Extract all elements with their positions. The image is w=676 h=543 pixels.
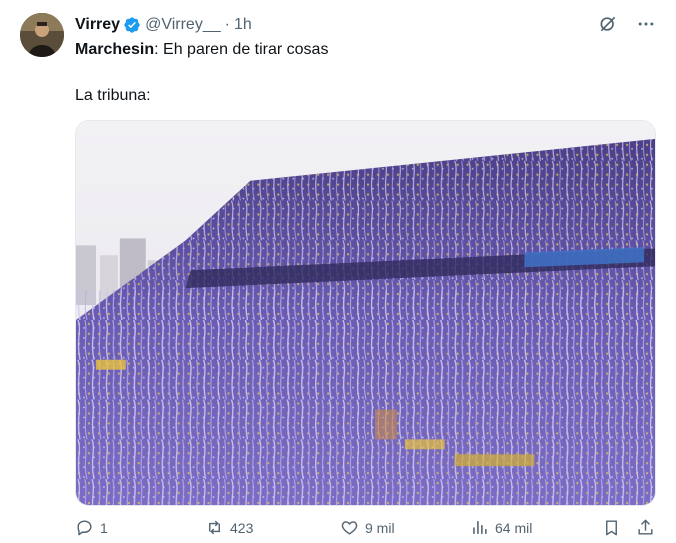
- tweet-media-image[interactable]: [75, 120, 656, 506]
- share-button[interactable]: [636, 518, 655, 537]
- author-name[interactable]: Virrey: [75, 16, 120, 34]
- more-options-icon[interactable]: [636, 14, 656, 34]
- author-handle[interactable]: @Virrey__: [145, 16, 221, 34]
- quoted-speaker: Marchesin: [75, 41, 155, 58]
- quote-text: : Eh paren de tirar cosas: [154, 41, 329, 58]
- like-button[interactable]: 9 mil: [340, 518, 395, 537]
- reply-icon: [77, 520, 92, 536]
- grok-icon[interactable]: [598, 14, 618, 34]
- reply-count: 1: [100, 519, 108, 536]
- views-chart-icon: [473, 521, 487, 534]
- stadium-confetti-image: [76, 121, 655, 505]
- repost-icon: [209, 520, 220, 535]
- timestamp[interactable]: 1h: [234, 16, 252, 34]
- tweet-text-line2: La tribuna:: [75, 87, 151, 104]
- avatar[interactable]: [20, 13, 64, 57]
- bookmark-button[interactable]: [602, 518, 621, 537]
- tweet-header: Virrey @Virrey__ · 1h: [75, 14, 252, 36]
- tweet-text-line1: Marchesin: Eh paren de tirar cosas: [75, 40, 328, 60]
- action-bar: 1 423 9 mil 64 mil: [75, 518, 656, 542]
- like-count: 9 mil: [365, 519, 395, 536]
- views-button[interactable]: 64 mil: [470, 518, 532, 537]
- share-icon: [638, 519, 653, 535]
- views-count: 64 mil: [495, 519, 533, 536]
- reply-button[interactable]: 1: [75, 518, 108, 537]
- bookmark-icon: [606, 520, 617, 536]
- repost-count: 423: [230, 519, 254, 536]
- separator-dot: ·: [224, 16, 230, 33]
- repost-button[interactable]: 423: [205, 518, 253, 537]
- verified-badge-icon: [124, 17, 140, 33]
- heart-icon: [341, 521, 358, 535]
